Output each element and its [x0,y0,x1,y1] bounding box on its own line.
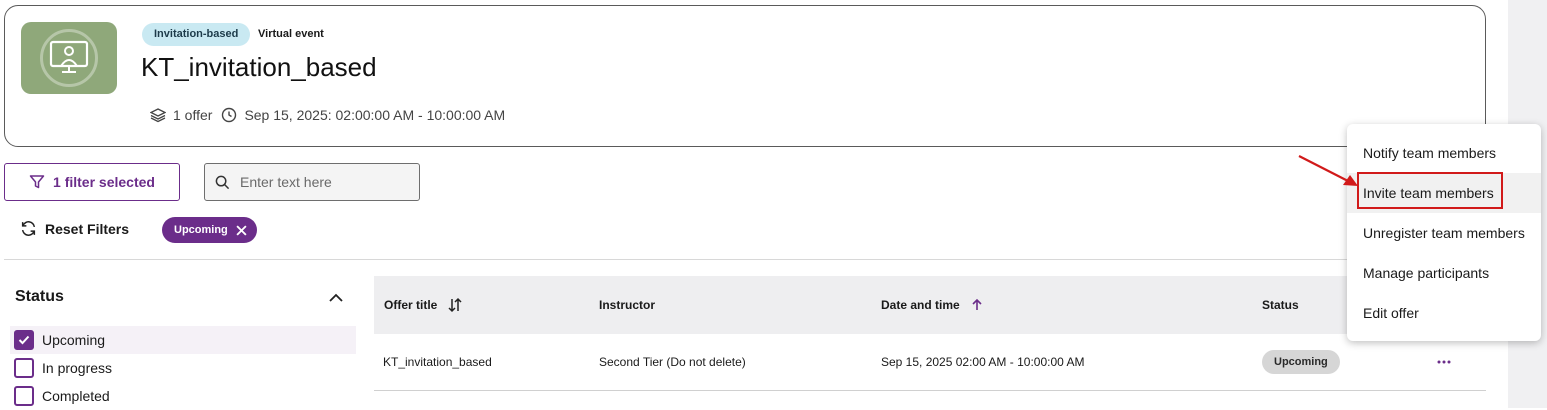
checkbox[interactable] [14,386,34,406]
status-option-label: Upcoming [42,332,106,348]
reset-filters-button[interactable]: Reset Filters [20,220,129,237]
close-icon[interactable] [236,224,247,236]
menu-item-manage-participants[interactable]: Manage participants [1347,253,1541,293]
annotation-arrow [1298,155,1358,186]
presenter-screen-icon [49,40,89,73]
filter-button[interactable]: 1 filter selected [4,163,180,201]
cell-datetime: Sep 15, 2025 02:00 AM - 10:00:00 AM [881,355,1085,369]
cell-instructor: Second Tier (Do not delete) [599,355,746,369]
checkbox-checked[interactable] [14,330,34,350]
divider [4,259,1486,260]
status-option-in-progress[interactable]: In progress [10,354,356,382]
clock-icon [220,106,238,124]
column-label: Date and time [881,298,960,312]
event-format-label: Virtual event [258,28,324,40]
offers-table: Offer title Instructor Date and time Sta… [374,276,1486,391]
refresh-icon [21,221,36,236]
cell-offer-title[interactable]: KT_invitation_based [383,334,492,390]
menu-item-notify-team-members[interactable]: Notify team members [1347,133,1541,173]
search-field[interactable] [204,163,420,201]
annotation-highlight-box [1357,172,1503,209]
event-header-card: Invitation-based Virtual event KT_invita… [4,5,1486,147]
cell-status: Upcoming [1262,334,1340,390]
column-header-offer-title[interactable]: Offer title [384,276,463,334]
checkmark-icon [18,335,30,345]
search-input[interactable] [240,174,400,190]
event-meta: 1 offer Sep 15, 2025: 02:00:00 AM - 10:0… [149,106,513,124]
event-title: KT_invitation_based [141,52,377,82]
status-filter-panel: Status Upcoming In progress Completed [4,276,356,408]
chevron-up-icon[interactable] [328,290,344,311]
filter-button-label: 1 filter selected [53,174,155,190]
arrow-up-icon[interactable] [970,298,984,312]
status-heading: Status [15,288,64,305]
menu-item-unregister-team-members[interactable]: Unregister team members [1347,213,1541,253]
table-header: Offer title Instructor Date and time Sta… [374,276,1486,334]
column-label: Offer title [384,298,438,312]
sort-icon[interactable] [447,297,463,313]
status-option-completed[interactable]: Completed [10,382,356,410]
column-header-instructor[interactable]: Instructor [599,276,655,334]
checkbox[interactable] [14,358,34,378]
table-row[interactable]: KT_invitation_based Second Tier (Do not … [374,334,1486,391]
event-datetime: Sep 15, 2025: 02:00:00 AM - 10:00:00 AM [244,107,506,123]
filter-icon [29,175,45,189]
event-thumbnail [21,22,117,94]
row-actions-menu: Notify team members Invite team members … [1347,124,1541,341]
status-option-label: In progress [42,360,113,376]
status-option-label: Completed [42,388,110,404]
status-option-upcoming[interactable]: Upcoming [10,326,356,354]
active-filter-chip: Upcoming [162,217,257,243]
column-label: Status [1262,298,1299,312]
layers-icon [149,106,167,124]
menu-item-edit-offer[interactable]: Edit offer [1347,293,1541,333]
event-type-badge: Invitation-based [142,23,251,46]
column-header-status[interactable]: Status [1262,276,1299,334]
offer-count: 1 offer [173,107,213,123]
chip-label: Upcoming [174,224,228,236]
reset-filters-label: Reset Filters [45,220,130,237]
column-header-date-time[interactable]: Date and time [881,276,984,334]
more-options-icon[interactable] [1436,354,1452,370]
column-label: Instructor [599,298,656,312]
search-icon [215,175,230,189]
status-badge: Upcoming [1262,350,1340,374]
